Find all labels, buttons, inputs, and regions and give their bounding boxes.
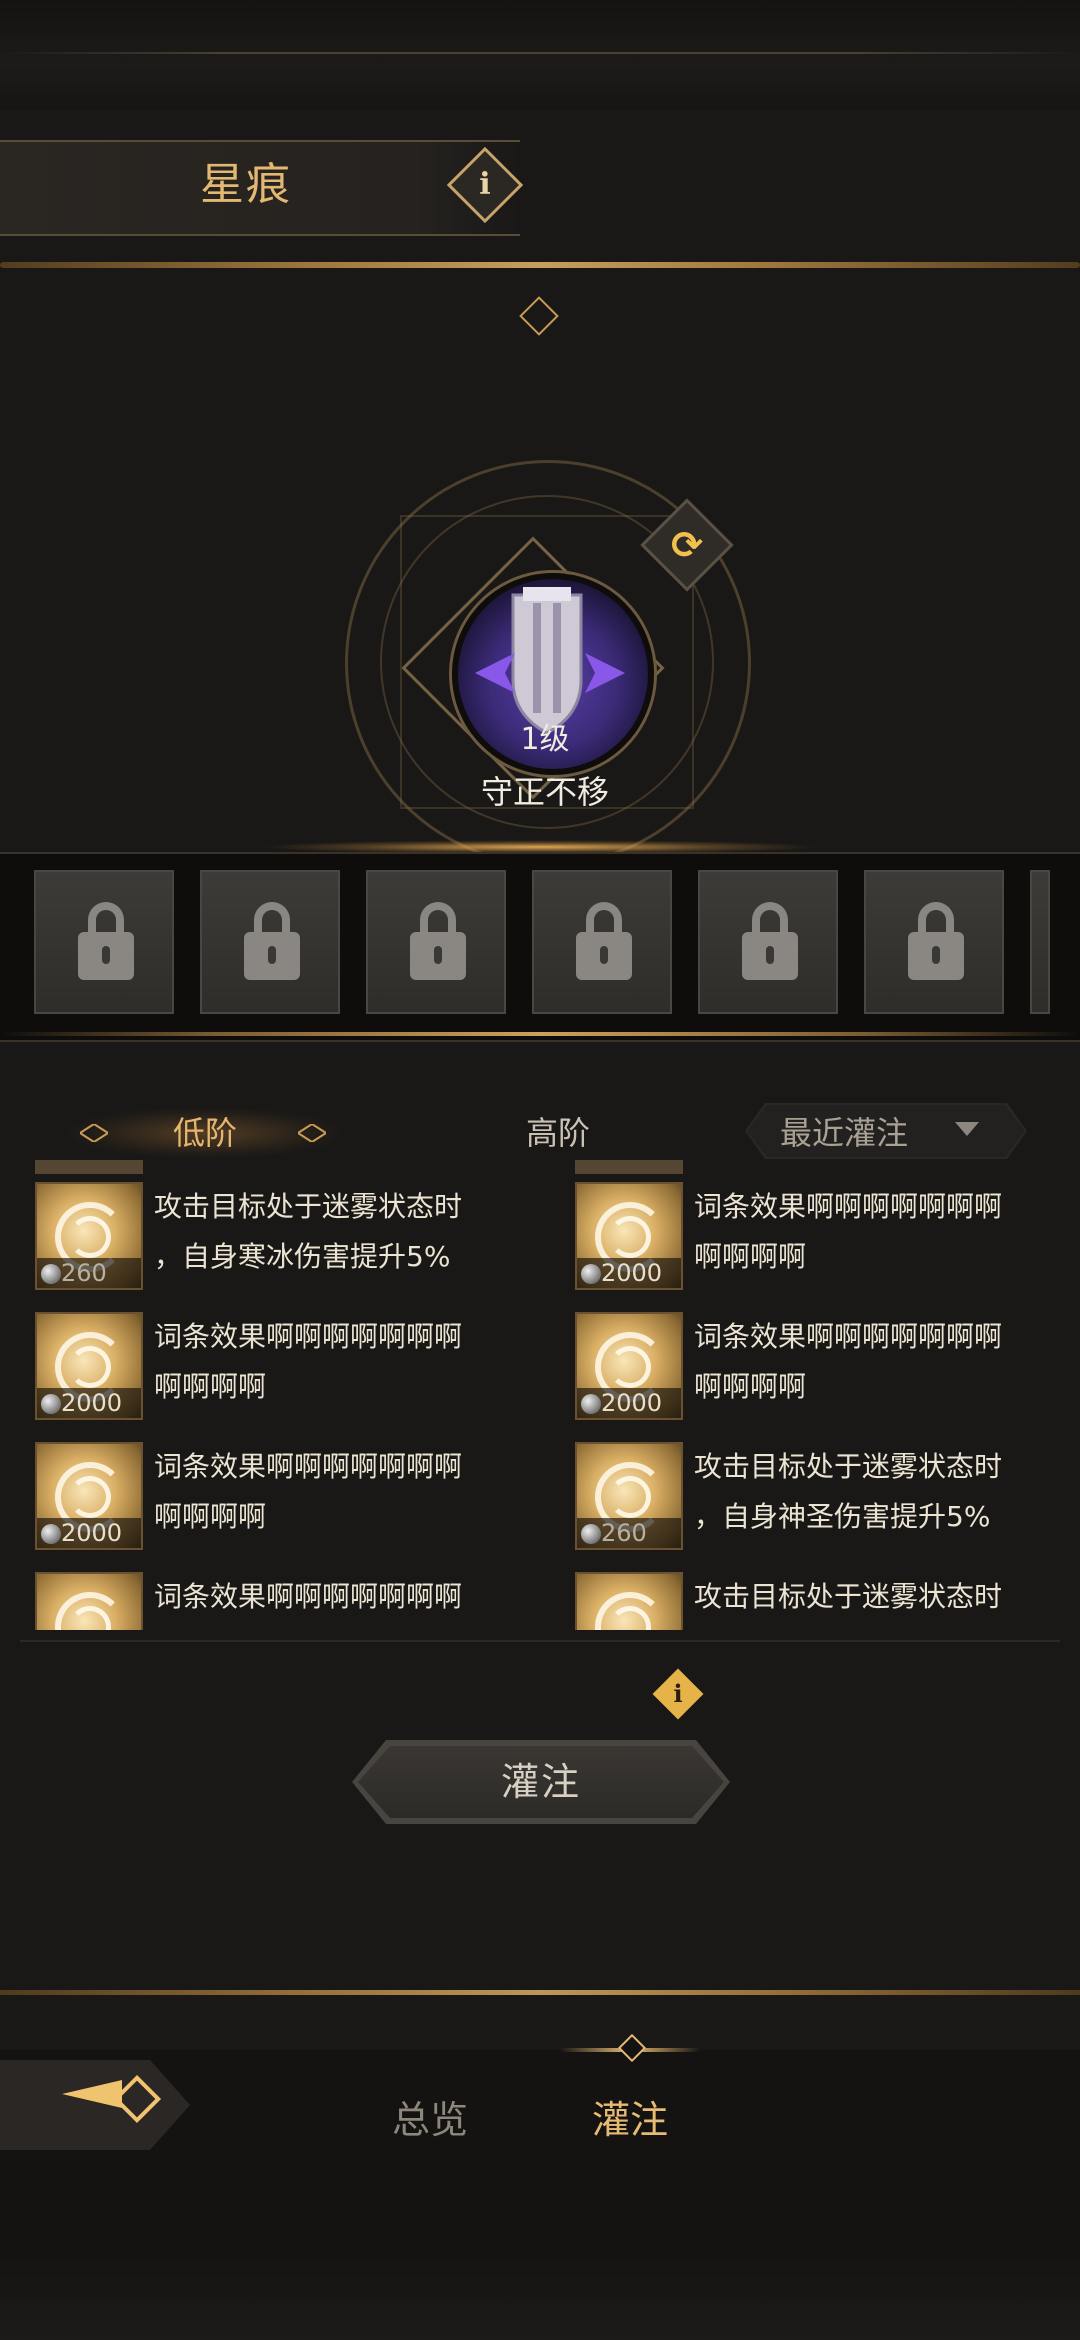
locked-slot[interactable]	[532, 870, 672, 1014]
item-cost: 2000	[61, 1389, 123, 1417]
locked-slot[interactable]	[200, 870, 340, 1014]
list-item-partial	[575, 1160, 683, 1174]
item-description: 攻击目标处于迷雾状态时 ，自身寒冰伤害提升5%	[154, 1190, 463, 1273]
locked-slot[interactable]	[698, 870, 838, 1014]
ore-icon	[41, 1394, 61, 1414]
item-cost: 260	[61, 1259, 107, 1287]
info-icon: i	[673, 1679, 683, 1708]
back-arrow-icon	[62, 2080, 122, 2108]
locked-slot[interactable]	[34, 870, 174, 1014]
tab-low[interactable]: 低阶	[120, 1105, 290, 1161]
list-item[interactable]: 2000 词条效果啊啊啊啊啊啊啊 啊啊啊啊	[20, 1312, 540, 1424]
list-item[interactable]: 2000 词条效果啊啊啊啊啊啊啊 啊啊啊啊	[560, 1182, 1060, 1294]
chevron-down-icon	[955, 1122, 979, 1136]
list-item[interactable]: 260 攻击目标处于迷雾状态时 ，自身寒冰伤害提升5%	[20, 1182, 540, 1294]
emblem-wings-icon	[475, 653, 625, 693]
locked-slot[interactable]	[366, 870, 506, 1014]
sort-label: 最近灌注	[780, 1114, 909, 1152]
ore-icon	[581, 1524, 601, 1544]
swirl-icon: 2000	[575, 1312, 683, 1420]
swirl-icon: 2000	[575, 1182, 683, 1290]
infuse-button-label: 灌注	[500, 1760, 581, 1804]
list-item[interactable]: 2000 词条效果啊啊啊啊啊啊啊 啊啊啊啊	[20, 1442, 540, 1554]
list-item-partial	[35, 1160, 143, 1174]
swirl-icon: 2000	[35, 1312, 143, 1420]
ore-icon	[581, 1394, 601, 1414]
page-title: 星痕	[200, 159, 292, 210]
swirl-icon	[35, 1572, 143, 1630]
item-description: 攻击目标处于迷雾状态时 ，自身神圣伤害提升5%	[694, 1450, 1003, 1533]
lock-icon	[410, 902, 466, 982]
lock-icon	[576, 902, 632, 982]
tab-ornament-right-icon	[298, 1124, 326, 1142]
item-description: 攻击目标处于迷雾状态时	[694, 1580, 1003, 1613]
ore-icon	[581, 1264, 601, 1284]
tab-high[interactable]: 高阶	[478, 1105, 638, 1161]
nav-tab-overview[interactable]: 总览	[360, 2090, 500, 2150]
affix-list[interactable]: 260 攻击目标处于迷雾状态时 ，自身寒冰伤害提升5% 2000 词条效果啊啊啊啊啊啊…	[20, 1160, 1060, 1630]
item-cost: 2000	[601, 1259, 663, 1287]
item-description: 词条效果啊啊啊啊啊啊啊 啊啊啊啊	[694, 1190, 1003, 1273]
swirl-icon: 2000	[35, 1442, 143, 1550]
nav-tab-infuse[interactable]: 灌注	[560, 2090, 700, 2150]
list-divider	[20, 1640, 1060, 1642]
list-item[interactable]: 260 攻击目标处于迷雾状态时 ，自身神圣伤害提升5%	[560, 1442, 1060, 1554]
divider-ornament	[519, 296, 559, 336]
ore-icon	[41, 1264, 61, 1284]
header-divider	[0, 262, 1080, 268]
item-cost: 2000	[61, 1519, 123, 1547]
list-item[interactable]: 攻击目标处于迷雾状态时	[560, 1572, 1060, 1630]
slot-divider	[0, 1032, 1080, 1036]
lock-icon	[78, 902, 134, 982]
ore-icon	[41, 1524, 61, 1544]
tab-ornament-left-icon	[80, 1124, 108, 1142]
info-icon: i	[479, 167, 491, 202]
swap-icon: ⟳	[671, 523, 703, 567]
swirl-icon: 260	[35, 1182, 143, 1290]
note-button[interactable]: i	[652, 1668, 704, 1720]
list-item[interactable]: 2000 词条效果啊啊啊啊啊啊啊 啊啊啊啊	[560, 1312, 1060, 1424]
locked-slot[interactable]	[1030, 870, 1050, 1014]
bottom-divider	[0, 1990, 1080, 1995]
emblem-name: 守正不移	[480, 773, 609, 811]
top-ornament	[0, 0, 1080, 110]
item-cost: 260	[601, 1519, 647, 1547]
emblem-level: 1级	[520, 722, 570, 757]
list-item[interactable]: 词条效果啊啊啊啊啊啊啊	[20, 1572, 540, 1630]
item-description: 词条效果啊啊啊啊啊啊啊 啊啊啊啊	[154, 1450, 463, 1533]
lock-icon	[742, 902, 798, 982]
item-description: 词条效果啊啊啊啊啊啊啊	[154, 1580, 463, 1613]
swirl-icon	[575, 1572, 683, 1630]
bottom-ornament	[0, 2260, 1080, 2340]
lock-icon	[908, 902, 964, 982]
swirl-icon: 260	[575, 1442, 683, 1550]
item-description: 词条效果啊啊啊啊啊啊啊 啊啊啊啊	[154, 1320, 463, 1403]
item-cost: 2000	[601, 1389, 663, 1417]
locked-slot[interactable]	[864, 870, 1004, 1014]
item-description: 词条效果啊啊啊啊啊啊啊 啊啊啊啊	[694, 1320, 1003, 1403]
lock-icon	[244, 902, 300, 982]
